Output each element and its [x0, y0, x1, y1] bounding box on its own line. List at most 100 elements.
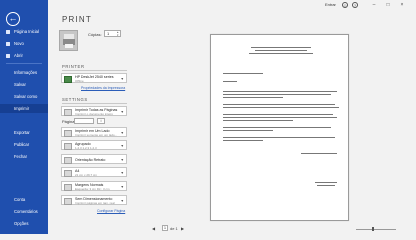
page-number-input[interactable]: 1 — [162, 225, 168, 231]
chevron-down-icon: ▼ — [120, 171, 124, 175]
nav-new[interactable]: Novo — [0, 39, 48, 48]
nav-close-label: Fechar — [14, 154, 28, 159]
document-text — [223, 107, 339, 108]
next-page-icon[interactable]: ▶ — [181, 226, 184, 231]
document-text — [301, 153, 337, 154]
close-icon[interactable]: × — [398, 1, 406, 9]
title-bar: Entrar ☺ ? – □ × — [48, 0, 416, 11]
document-text — [223, 127, 331, 128]
page-title: Print — [62, 15, 92, 24]
copies-stepper[interactable]: 1 ▲ ▼ — [104, 30, 121, 37]
nav-feedback[interactable]: Comentários — [0, 207, 48, 216]
print-preview-page — [210, 34, 349, 221]
nav-print[interactable]: Imprimir — [0, 104, 48, 113]
divider — [62, 103, 127, 104]
nav-open-label: Abrir — [14, 53, 23, 58]
chevron-down-icon: ▼ — [120, 199, 124, 203]
paper-icon — [64, 169, 72, 177]
scaling-dropdown[interactable]: Sem Dimensionamento Imprimir páginas em … — [61, 195, 127, 205]
document-text — [223, 73, 263, 74]
page-setup-link[interactable]: Configurar Página — [97, 209, 125, 213]
nav-info[interactable]: Informações — [0, 68, 48, 77]
printer-dropdown[interactable]: HP DeskJet 2540 series Offline ▼ — [61, 73, 127, 83]
previous-page-icon[interactable]: ◀ — [152, 226, 155, 231]
nav-new-label: Novo — [14, 41, 24, 46]
document-text — [255, 50, 307, 51]
sides-dropdown[interactable]: Imprimir em Um Lado Imprimir somente em … — [61, 127, 127, 137]
one-sided-icon — [64, 129, 72, 137]
collation-dropdown[interactable]: Agrupado 1,2,3 1,2,3 1,2,3 ▼ — [61, 140, 127, 150]
collated-icon — [64, 142, 72, 150]
nav-options[interactable]: Opções — [0, 219, 48, 228]
print-button[interactable] — [59, 30, 78, 51]
nav-save-as[interactable]: Salvar como — [0, 92, 48, 101]
nav-feedback-label: Comentários — [14, 209, 38, 214]
margins-icon — [64, 183, 72, 191]
orientation-dropdown[interactable]: Orientação Retrato ▼ — [61, 154, 127, 164]
document-text — [317, 185, 335, 186]
print-range-dropdown[interactable]: Imprimir Todas as Páginas Imprimir o doc… — [61, 106, 127, 116]
scaling-sub: Imprimir páginas em tam. real — [75, 201, 115, 206]
document-text — [223, 104, 335, 105]
document-text — [223, 120, 293, 121]
paper-size-dropdown[interactable]: A4 21 cm x 29,7 cm ▼ — [61, 167, 127, 177]
nav-account[interactable]: Conta — [0, 195, 48, 204]
zoom-slider-handle[interactable] — [372, 227, 374, 231]
nav-close[interactable]: Fechar — [0, 152, 48, 161]
margins-sub: Esquerda: 3 cm Dir.: 3 cm — [75, 187, 110, 192]
printer-icon-paper — [65, 44, 73, 48]
nav-export[interactable]: Exportar — [0, 128, 48, 137]
nav-home-label: Página Inicial — [14, 29, 39, 34]
chevron-down-icon: ▼ — [120, 77, 124, 81]
nav-info-label: Informações — [14, 70, 38, 75]
document-text — [223, 140, 263, 141]
scaling-icon — [64, 197, 72, 205]
help-icon[interactable]: ? — [352, 2, 358, 8]
copies-value: 1 — [107, 31, 110, 36]
page-count: de 1 — [170, 226, 178, 231]
nav-publish-label: Publicar — [14, 142, 30, 147]
document-text — [315, 182, 337, 183]
nav-publish[interactable]: Publicar — [0, 140, 48, 149]
document-text — [223, 97, 283, 98]
document-text — [223, 137, 335, 138]
nav-open[interactable]: Abrir — [0, 51, 48, 60]
margins-dropdown[interactable]: Margens Normais Esquerda: 3 cm Dir.: 3 c… — [61, 181, 127, 191]
paper-size-sub: 21 cm x 29,7 cm — [75, 173, 98, 178]
copies-label: Cópias: — [88, 32, 102, 37]
document-text — [251, 47, 311, 48]
zoom-slider[interactable] — [356, 229, 396, 230]
collation-sub: 1,2,3 1,2,3 1,2,3 — [75, 146, 97, 151]
nav-save-label: Salvar — [14, 82, 26, 87]
printer-status-icon — [64, 75, 72, 83]
sign-in-link[interactable]: Entrar — [325, 2, 336, 7]
chevron-down-icon: ▼ — [120, 110, 124, 114]
divider — [6, 63, 42, 64]
pages-icon — [64, 108, 72, 116]
page-number-value: 1 — [164, 226, 166, 230]
nav-save-as-label: Salvar como — [14, 94, 38, 99]
folder-icon — [6, 53, 10, 58]
back-arrow-icon[interactable]: ← — [6, 12, 20, 26]
nav-save[interactable]: Salvar — [0, 80, 48, 89]
spinner-arrows-icon[interactable]: ▲ ▼ — [117, 31, 119, 37]
info-icon: i — [97, 118, 105, 124]
minimize-icon[interactable]: – — [370, 1, 378, 9]
nav-home[interactable]: Página Inicial — [0, 27, 48, 36]
chevron-down-icon: ▼ — [120, 144, 124, 148]
pages-input[interactable] — [74, 118, 94, 124]
chevron-down-icon: ▼ — [120, 158, 124, 162]
orientation-title: Orientação Retrato — [75, 158, 106, 162]
maximize-icon[interactable]: □ — [384, 1, 392, 9]
printer-properties-link[interactable]: Propriedades da Impressora — [81, 86, 125, 90]
document-text — [223, 81, 237, 82]
nav-export-label: Exportar — [14, 130, 30, 135]
printer-section-title: Printer — [62, 64, 85, 69]
chevron-down-icon: ▼ — [120, 131, 124, 135]
print-range-sub: Imprimir o documento inteiro — [75, 112, 114, 117]
sides-sub: Imprimir somente em um lado... — [75, 133, 118, 138]
portrait-icon — [64, 156, 72, 164]
backstage-sidebar: ← Página Inicial Novo Abrir Informações … — [0, 0, 48, 234]
feedback-smiley-icon[interactable]: ☺ — [342, 2, 348, 8]
nav-account-label: Conta — [14, 197, 26, 202]
